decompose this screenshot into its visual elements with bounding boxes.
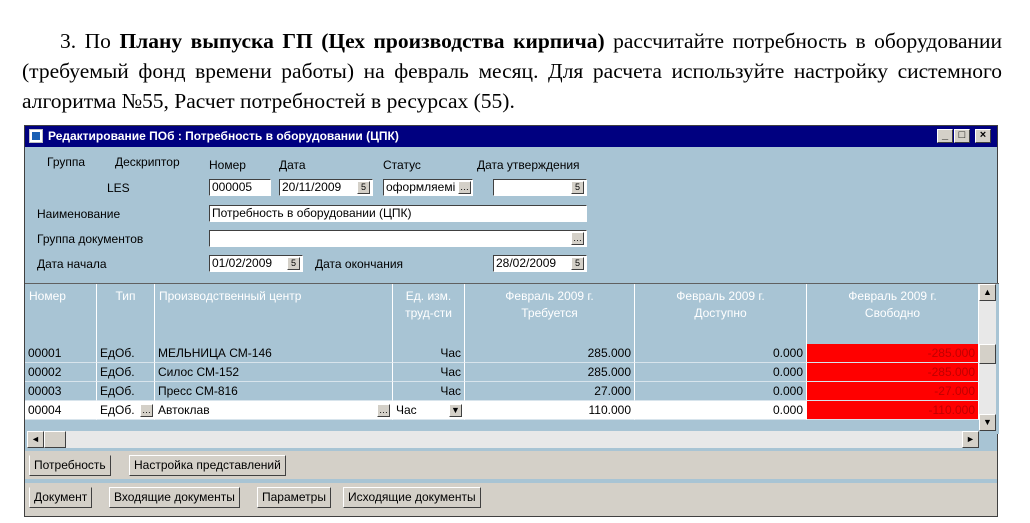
cell-number[interactable]: 00003 (25, 382, 97, 401)
scroll-up-icon[interactable]: ▲ (979, 284, 996, 301)
name-label: Наименование (37, 207, 121, 221)
end-date-field[interactable]: 28/02/2009 5 (493, 255, 587, 272)
status-field[interactable]: оформляемі… (383, 179, 473, 196)
minimize-button[interactable]: _ (937, 129, 953, 143)
start-date-value: 01/02/2009 (212, 256, 273, 270)
cell-free[interactable]: -285.000 (807, 363, 979, 382)
calendar-icon[interactable]: 5 (287, 257, 300, 270)
instruction-bold: Плану выпуска ГП (Цех производства кирпи… (119, 29, 605, 53)
cell-unit-value: Час (396, 403, 417, 417)
number-label: Номер (209, 158, 246, 172)
edit-window: Редактирование ПОб : Потребность в обору… (24, 125, 999, 517)
date-label: Дата (279, 158, 306, 172)
cell-number[interactable]: 00001 (25, 344, 97, 363)
cell-type[interactable]: ЕдОб. (97, 382, 155, 401)
calendar-icon[interactable]: 5 (571, 181, 584, 194)
lookup-icon[interactable]: … (458, 181, 471, 194)
close-button[interactable]: × (975, 129, 991, 143)
cell-number[interactable]: 00004 (25, 401, 97, 420)
window-title: Редактирование ПОб : Потребность в обору… (48, 129, 399, 143)
tab-outgoing-docs[interactable]: Исходящие документы (343, 487, 481, 508)
lookup-icon[interactable]: … (377, 404, 390, 417)
tab-parameters[interactable]: Параметры (257, 487, 331, 508)
cell-required[interactable]: 27.000 (465, 382, 635, 401)
col-header-number[interactable]: Номер (25, 284, 97, 344)
cell-available[interactable]: 0.000 (635, 363, 807, 382)
cell-free[interactable]: -110.000 (807, 401, 979, 420)
approval-date-label: Дата утверждения (477, 158, 580, 172)
cell-number[interactable]: 00002 (25, 363, 97, 382)
instruction-pre: По (84, 29, 111, 53)
calendar-icon[interactable]: 5 (571, 257, 584, 270)
col-header-type[interactable]: Тип (97, 284, 155, 344)
name-field[interactable]: Потребность в оборудовании (ЦПК) (209, 205, 587, 222)
document-tabs: Документ Входящие документы Параметры Ис… (25, 483, 997, 516)
cell-available[interactable]: 0.000 (635, 344, 807, 363)
cell-required[interactable]: 110.000 (465, 401, 635, 420)
maximize-button[interactable]: □ (954, 129, 970, 143)
horizontal-scrollbar[interactable]: ◄ ► (27, 431, 979, 448)
tab-document[interactable]: Документ (29, 487, 93, 508)
tab-need[interactable]: Потребность (29, 455, 111, 476)
lookup-icon[interactable]: … (140, 404, 153, 417)
dropdown-arrow-icon[interactable]: ▼ (449, 404, 462, 417)
status-value: оформляемі (386, 180, 456, 194)
col-header-required[interactable]: Февраль 2009 г. Требуется (465, 284, 635, 344)
cell-center[interactable]: Пресс СМ-816 (155, 382, 393, 401)
cell-center[interactable]: МЕЛЬНИЦА СМ-146 (155, 344, 393, 363)
needs-table: Номер Тип Производственный центр Ед. изм… (25, 283, 999, 448)
cell-type[interactable]: ЕдОб. (97, 363, 155, 382)
approval-date-field[interactable]: 5 (493, 179, 587, 196)
cell-unit[interactable]: Час (393, 344, 465, 363)
col-header-center[interactable]: Производственный центр (155, 284, 393, 344)
col-header-unit[interactable]: Ед. изм. труд-сти (393, 284, 465, 344)
cell-unit[interactable]: Час (393, 382, 465, 401)
descriptor-label: Дескриптор (115, 155, 180, 169)
group-label: Группа (47, 155, 86, 169)
cell-available[interactable]: 0.000 (635, 382, 807, 401)
instruction-text: 3. По Плану выпуска ГП (Цех производства… (22, 26, 1002, 116)
end-date-value: 28/02/2009 (496, 256, 557, 270)
vertical-scrollbar[interactable]: ▲ ▼ (979, 284, 996, 431)
date-field[interactable]: 20/11/2009 5 (279, 179, 373, 196)
cell-type-value: ЕдОб. (100, 403, 135, 417)
col-header-free[interactable]: Февраль 2009 г. Свободно (807, 284, 979, 344)
cell-unit[interactable]: Час (393, 363, 465, 382)
tab-view-settings[interactable]: Настройка представлений (129, 455, 286, 476)
scroll-left-icon[interactable]: ◄ (27, 431, 44, 448)
docgroup-field[interactable]: … (209, 230, 587, 247)
cell-center[interactable]: Силос СМ-152 (155, 363, 393, 382)
end-date-label: Дата окончания (315, 257, 404, 271)
cell-type[interactable]: ЕдОб. … (97, 401, 155, 420)
descriptor-value: LES (107, 181, 130, 195)
scroll-right-icon[interactable]: ► (962, 431, 979, 448)
cell-available[interactable]: 0.000 (635, 401, 807, 420)
tab-incoming-docs[interactable]: Входящие документы (109, 487, 240, 508)
date-value: 20/11/2009 (282, 180, 342, 194)
col-header-available[interactable]: Февраль 2009 г. Доступно (635, 284, 807, 344)
calendar-icon[interactable]: 5 (357, 181, 370, 194)
app-icon (29, 129, 43, 143)
start-date-label: Дата начала (37, 257, 107, 271)
instruction-number: 3. (60, 29, 77, 53)
cell-required[interactable]: 285.000 (465, 363, 635, 382)
cell-type[interactable]: ЕдОб. (97, 344, 155, 363)
number-field[interactable]: 000005 (209, 179, 271, 196)
view-tabs: Потребность Настройка представлений (25, 451, 997, 479)
status-label: Статус (383, 158, 421, 172)
cell-center-value: Автоклав (158, 403, 210, 417)
cell-free[interactable]: -27.000 (807, 382, 979, 401)
scroll-down-icon[interactable]: ▼ (979, 414, 996, 431)
cell-unit-select[interactable]: Час ▼ (393, 401, 465, 420)
title-bar[interactable]: Редактирование ПОб : Потребность в обору… (25, 126, 997, 147)
hscroll-thumb[interactable] (44, 431, 66, 448)
lookup-icon[interactable]: … (571, 232, 584, 245)
start-date-field[interactable]: 01/02/2009 5 (209, 255, 303, 272)
docgroup-label: Группа документов (37, 232, 144, 246)
cell-free[interactable]: -285.000 (807, 344, 979, 363)
scroll-thumb[interactable] (979, 344, 996, 364)
cell-required[interactable]: 285.000 (465, 344, 635, 363)
cell-center[interactable]: Автоклав … (155, 401, 393, 420)
